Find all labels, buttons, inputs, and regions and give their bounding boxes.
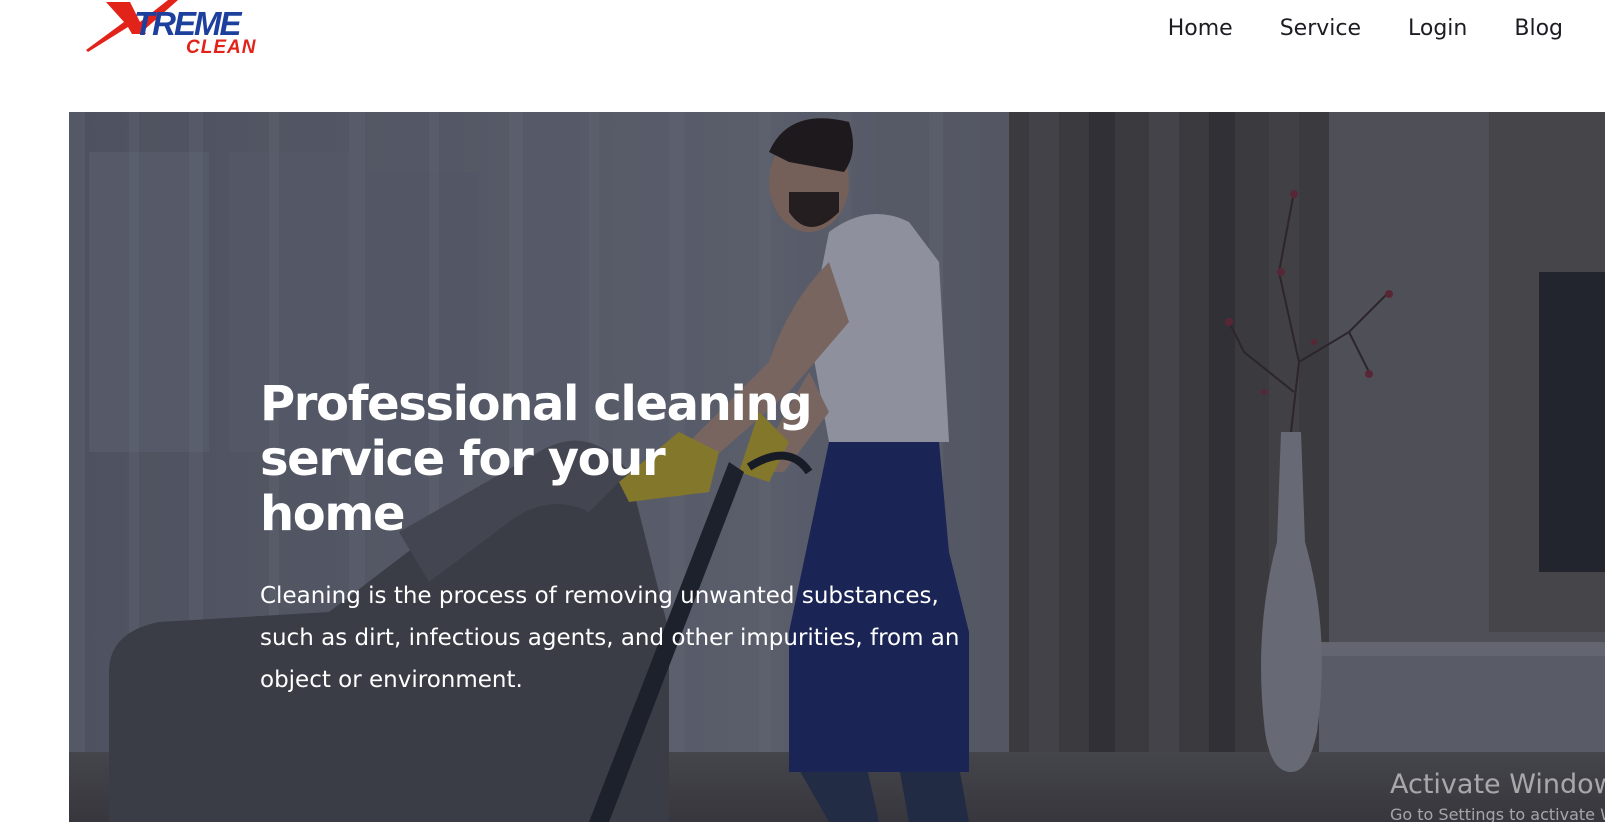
main-nav: Home Service Login Blog [1121, 12, 1563, 46]
xtreme-clean-logo: TREME CLEAN [86, 0, 257, 58]
svg-text:CLEAN: CLEAN [186, 37, 257, 58]
nav-service[interactable]: Service [1233, 12, 1361, 46]
watermark-subtitle: Go to Settings to activate Windows. [1390, 805, 1613, 822]
hero-description: Cleaning is the process of removing unwa… [260, 583, 960, 693]
logo-link[interactable]: TREME CLEAN [84, 0, 294, 58]
nav-blog[interactable]: Blog [1467, 12, 1563, 46]
hero-banner: Professional cleaning service for your h… [69, 112, 1605, 822]
hero-title: Professional cleaning service for your h… [260, 376, 813, 542]
page: TREME CLEAN Home Service Login Blog Prof… [0, 0, 1613, 822]
windows-activation-watermark: Activate Windows Go to Settings to activ… [1390, 768, 1613, 822]
site-header: TREME CLEAN Home Service Login Blog [0, 0, 1613, 110]
watermark-title: Activate Windows [1390, 769, 1613, 800]
nav-home[interactable]: Home [1121, 12, 1233, 46]
hero-content: Professional cleaning service for your h… [260, 377, 1020, 701]
nav-login[interactable]: Login [1361, 12, 1467, 46]
